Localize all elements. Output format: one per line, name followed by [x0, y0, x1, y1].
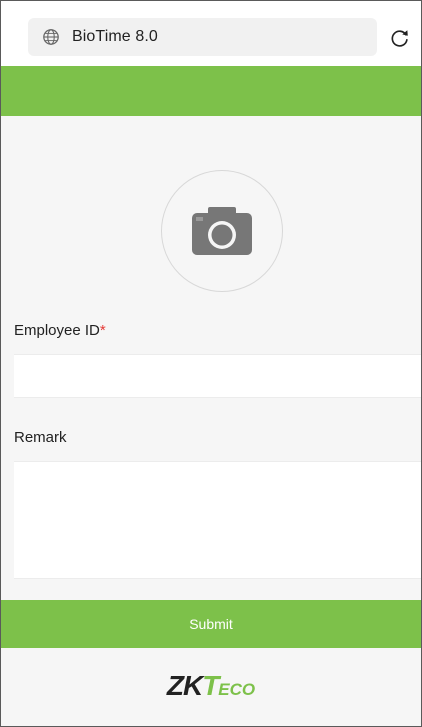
address-text: BioTime 8.0 — [72, 28, 158, 45]
submit-button[interactable]: Submit — [1, 600, 421, 648]
globe-icon — [43, 29, 59, 45]
employee-id-label: Employee ID* — [14, 322, 106, 339]
remark-label: Remark — [14, 429, 67, 446]
reload-icon[interactable] — [389, 27, 411, 49]
remark-input[interactable] — [14, 461, 421, 579]
app-frame: BioTime 8.0 Employee ID* Remark Submit Z… — [0, 0, 422, 727]
employee-id-input[interactable] — [14, 354, 421, 398]
required-mark: * — [99, 322, 106, 339]
footer: ZKTECO — [1, 648, 421, 726]
header-bar — [1, 66, 421, 116]
photo-capture-button[interactable] — [161, 170, 283, 292]
form-area: Employee ID* Remark — [1, 116, 421, 600]
address-bar[interactable]: BioTime 8.0 — [28, 18, 377, 56]
browser-toolbar: BioTime 8.0 — [1, 1, 421, 66]
employee-id-label-text: Employee ID — [14, 322, 100, 339]
camera-icon — [192, 207, 252, 255]
zkteco-logo: ZKTECO — [166, 670, 256, 701]
